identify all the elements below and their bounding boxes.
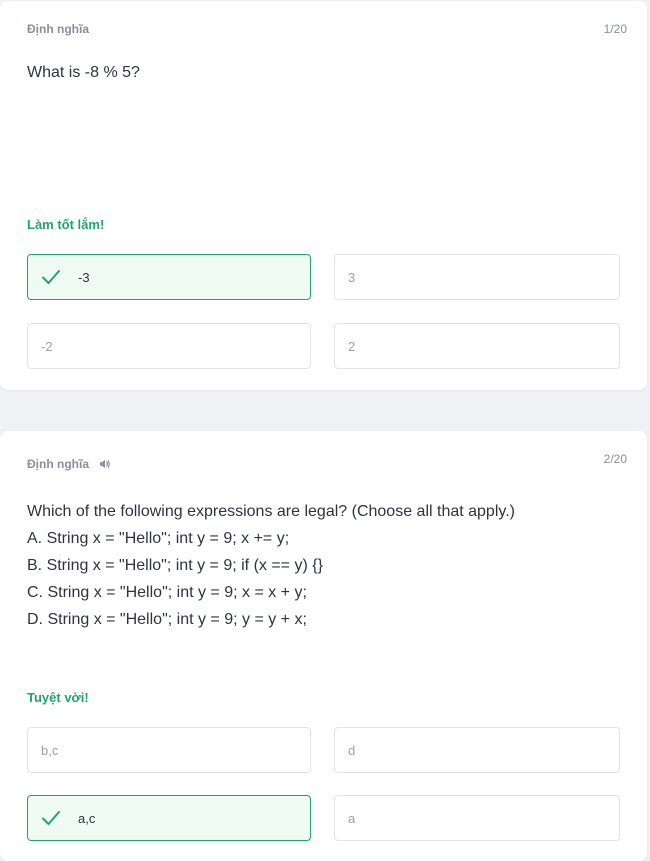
answer-option-label: b,c	[41, 742, 59, 758]
question-line: D. String x = "Hello"; int y = 9; y = y …	[27, 611, 307, 628]
answer-option[interactable]: a	[334, 795, 620, 841]
term-label: Định nghĩa	[27, 22, 89, 36]
answer-option-label: -3	[78, 269, 90, 285]
question-line: A. String x = "Hello"; int y = 9; x += y…	[27, 530, 290, 547]
answer-option-correct[interactable]: -3	[27, 254, 311, 300]
feedback-message: Làm tốt lắm!	[27, 217, 105, 232]
question-counter: 2/20	[603, 452, 627, 466]
answer-option[interactable]: -2	[27, 323, 311, 369]
answer-option-correct[interactable]: a,c	[27, 795, 311, 841]
check-icon	[42, 811, 60, 825]
question-text: Which of the following expressions are l…	[27, 498, 617, 633]
speaker-icon[interactable]	[99, 458, 111, 470]
term-label: Định nghĩa	[27, 457, 111, 471]
answer-option[interactable]: d	[334, 727, 620, 773]
term-label-text: Định nghĩa	[27, 22, 89, 36]
answer-option-label: a,c	[78, 810, 96, 826]
answer-option[interactable]: 2	[334, 323, 620, 369]
check-icon	[42, 270, 60, 284]
flashcard-1: Định nghĩa 1/20 What is -8 % 5? Làm tốt …	[0, 1, 647, 390]
answer-option[interactable]: b,c	[27, 727, 311, 773]
answer-option-label: 3	[348, 269, 356, 285]
answer-option-label: -2	[41, 338, 53, 354]
question-line: C. String x = "Hello"; int y = 9; x = x …	[27, 584, 307, 601]
question-counter: 1/20	[603, 22, 627, 36]
answer-option-label: 2	[348, 338, 356, 354]
answer-option-label: a	[348, 810, 356, 826]
question-line: B. String x = "Hello"; int y = 9; if (x …	[27, 557, 323, 574]
answer-option[interactable]: 3	[334, 254, 620, 300]
flashcard-2: Định nghĩa 2/20 Which of the following e…	[0, 431, 647, 861]
question-line: Which of the following expressions are l…	[27, 503, 515, 520]
term-label-text: Định nghĩa	[27, 457, 89, 471]
answer-option-label: d	[348, 742, 356, 758]
question-line: What is -8 % 5?	[27, 64, 140, 81]
feedback-message: Tuyệt vời!	[27, 690, 89, 705]
question-text: What is -8 % 5?	[27, 59, 617, 86]
